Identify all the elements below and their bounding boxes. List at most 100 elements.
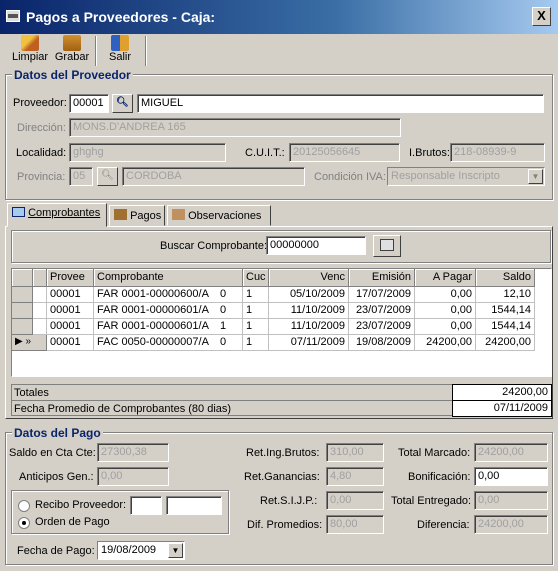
chevron-down-icon[interactable]: ▼ (168, 543, 183, 558)
recibo-label: Recibo Proveedor: (35, 499, 127, 511)
cell-apagar[interactable]: 24200,00 (415, 335, 476, 351)
cuit-field[interactable]: 20125056645 (289, 143, 400, 162)
direccion-label: Dirección: (17, 122, 66, 134)
cell-apagar[interactable]: 0,00 (415, 319, 476, 335)
cell-apagar[interactable]: 0,00 (415, 287, 476, 303)
cell-saldo[interactable]: 24200,00 (476, 335, 535, 351)
proveedor-name-field[interactable]: MIGUEL (137, 94, 544, 113)
orden-radio[interactable] (18, 517, 30, 529)
proveedor-code-field[interactable]: 00001 (69, 94, 109, 113)
cell-comprobante[interactable]: FAC 0050-00000007/A (94, 335, 217, 351)
cell-emision[interactable]: 17/07/2009 (349, 287, 415, 303)
cell-venc[interactable]: 11/10/2009 (269, 319, 349, 335)
search-icon: 🔍︎ (116, 97, 129, 108)
proveedor-label: Proveedor: (13, 97, 67, 109)
comprobantes-grid[interactable]: Provee Comprobante Cuc Venc Emisión A Pa… (11, 268, 552, 377)
row-indicator-current[interactable]: ▶ » (12, 335, 47, 351)
dif-field[interactable]: 80,00 (326, 515, 384, 534)
provincia-name-field[interactable]: CORDOBA (122, 167, 305, 186)
title-bar[interactable]: Pagos a Proveedores - Caja: X (0, 0, 558, 34)
cell-provee[interactable]: 00001 (47, 319, 94, 335)
cell-venc[interactable]: 05/10/2009 (269, 287, 349, 303)
cell-flag[interactable]: 0 (217, 303, 243, 319)
provincia-code-field[interactable]: 05 (69, 167, 93, 186)
row-select[interactable] (33, 303, 47, 319)
cell-provee[interactable]: 00001 (47, 335, 94, 351)
row-indicator[interactable] (12, 303, 33, 319)
recibo-radio[interactable] (18, 500, 30, 512)
ibrutos-field[interactable]: 218-08939-9 (450, 143, 545, 162)
col-comprobante[interactable]: Comprobante (94, 269, 243, 287)
salir-button[interactable]: Salir (104, 34, 136, 66)
condicion-iva-select[interactable]: Responsable Inscripto ▼ (387, 167, 545, 186)
cell-saldo[interactable]: 1544,14 (476, 319, 535, 335)
tab-pagos-label: Pagos (130, 210, 162, 222)
cell-venc[interactable]: 07/11/2009 (269, 335, 349, 351)
cell-cuc[interactable]: 1 (243, 335, 269, 351)
cell-flag[interactable]: 0 (217, 335, 243, 351)
ret-ib-field[interactable]: 310,00 (326, 443, 384, 462)
tab-observaciones[interactable]: Observaciones (167, 205, 271, 226)
cell-comprobante[interactable]: FAR 0001-00000601/A (94, 303, 217, 319)
total-marcado-field[interactable]: 24200,00 (474, 443, 548, 462)
total-entregado-field[interactable]: 0,00 (474, 491, 548, 510)
col-venc[interactable]: Venc (269, 269, 349, 287)
anticipos-field[interactable]: 0,00 (97, 467, 169, 486)
condicion-value: Responsable Inscripto (391, 170, 500, 182)
limpiar-label: Limpiar (12, 51, 49, 63)
row-select[interactable] (33, 319, 47, 335)
cell-cuc[interactable]: 1 (243, 303, 269, 319)
cell-emision[interactable]: 23/07/2009 (349, 303, 415, 319)
row-indicator[interactable] (12, 287, 33, 303)
fecha-pago-picker[interactable]: 19/08/2009 ▼ (97, 541, 185, 560)
saldo-field[interactable]: 27300,38 (97, 443, 169, 462)
row-select[interactable] (33, 287, 47, 303)
cell-cuc[interactable]: 1 (243, 319, 269, 335)
cell-apagar[interactable]: 0,00 (415, 303, 476, 319)
row-indicator[interactable] (12, 319, 33, 335)
direccion-field[interactable]: MONS.D'ANDREA 165 (69, 118, 401, 137)
dif-label: Dif. Promedios: (247, 519, 323, 531)
tab-comprobantes[interactable]: Comprobantes (7, 203, 107, 227)
cell-comprobante[interactable]: FAR 0001-00000601/A (94, 319, 217, 335)
tab-pagos[interactable]: Pagos (109, 205, 165, 226)
grabar-label: Grabar (54, 51, 90, 63)
cell-provee[interactable]: 00001 (47, 287, 94, 303)
cell-venc[interactable]: 11/10/2009 (269, 303, 349, 319)
proveedor-legend: Datos del Proveedor (12, 68, 133, 82)
cell-saldo[interactable]: 12,10 (476, 287, 535, 303)
cell-emision[interactable]: 19/08/2009 (349, 335, 415, 351)
cell-flag[interactable]: 1 (217, 319, 243, 335)
cell-emision[interactable]: 23/07/2009 (349, 319, 415, 335)
diferencia-field[interactable]: 24200,00 (474, 515, 548, 534)
save-book-icon (63, 35, 81, 51)
saldo-label: Saldo en Cta Cte: (9, 447, 96, 459)
ret-gan-field[interactable]: 4,80 (326, 467, 384, 486)
recibo-field-2[interactable] (166, 496, 222, 515)
buscar-comprobante-field[interactable]: 00000000 (266, 236, 366, 255)
limpiar-button[interactable]: Limpiar (12, 34, 48, 66)
cell-flag[interactable]: 0 (217, 287, 243, 303)
bonificacion-field[interactable]: 0,00 (474, 467, 548, 486)
col-emision[interactable]: Emisión (349, 269, 415, 287)
ret-sijp-field[interactable]: 0,00 (326, 491, 384, 510)
provincia-search-button[interactable]: 🔍︎ (97, 167, 118, 186)
cell-saldo[interactable]: 1544,14 (476, 303, 535, 319)
chevron-down-icon[interactable]: ▼ (528, 169, 543, 184)
diferencia-label: Diferencia: (417, 519, 470, 531)
col-provee[interactable]: Provee (47, 269, 94, 287)
close-button[interactable]: X (532, 7, 551, 26)
recibo-field-1[interactable] (130, 496, 162, 515)
proveedor-search-button[interactable]: 🔍︎ (112, 94, 133, 113)
cell-comprobante[interactable]: FAR 0001-00000600/A (94, 287, 217, 303)
col-cuc[interactable]: Cuc (243, 269, 269, 287)
grabar-button[interactable]: Grabar (53, 34, 91, 66)
col-saldo[interactable]: Saldo (476, 269, 535, 287)
col-apagar[interactable]: A Pagar (415, 269, 476, 287)
cell-provee[interactable]: 00001 (47, 303, 94, 319)
cell-cuc[interactable]: 1 (243, 287, 269, 303)
buscar-button[interactable] (373, 235, 401, 257)
localidad-field[interactable]: ghghg (69, 143, 226, 162)
broom-icon (21, 35, 39, 51)
exit-door-icon (111, 35, 129, 51)
